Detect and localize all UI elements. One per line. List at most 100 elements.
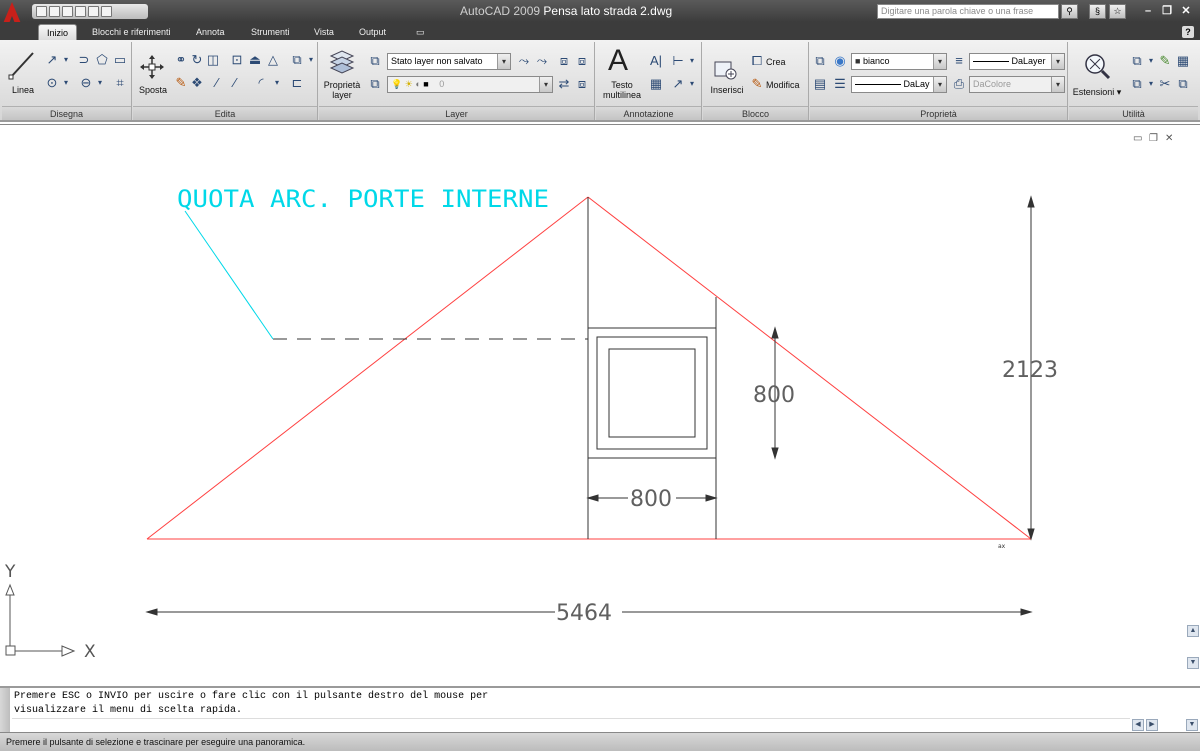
plot-style-icon[interactable]: ⎙ bbox=[951, 76, 967, 92]
panel-title-disegna[interactable]: Disegna bbox=[2, 106, 131, 120]
scroll-down-button[interactable]: ▼ bbox=[1187, 657, 1199, 669]
command-line-grip[interactable] bbox=[0, 688, 10, 732]
table-icon[interactable]: ▦ bbox=[648, 76, 664, 92]
tab-annota[interactable]: Annota bbox=[188, 24, 233, 40]
ribbon-minimize-icon[interactable]: ▭ bbox=[408, 24, 430, 40]
layer-properties-icon[interactable] bbox=[329, 48, 355, 76]
linetype-icon[interactable]: ☰ bbox=[832, 76, 848, 92]
match-properties-icon[interactable]: ⧉ bbox=[812, 53, 828, 69]
layer-walk-icon[interactable]: ⧉ bbox=[367, 76, 383, 92]
single-line-text-icon[interactable]: A| bbox=[648, 53, 664, 69]
tab-blocchi-e-riferimenti[interactable]: Blocchi e riferimenti bbox=[84, 24, 179, 40]
insert-block-icon[interactable] bbox=[713, 56, 739, 80]
fillet-dropdown-icon[interactable]: ▾ bbox=[269, 75, 285, 91]
scroll-up-button[interactable]: ▲ bbox=[1187, 625, 1199, 637]
linetype-select[interactable]: DaLayer ▾ bbox=[969, 53, 1065, 70]
rotate-icon[interactable]: ↻ bbox=[189, 52, 205, 68]
rectangle-icon[interactable]: ▭ bbox=[112, 52, 128, 68]
open-file-icon[interactable] bbox=[49, 6, 60, 17]
edit-block-icon[interactable]: ✎ bbox=[749, 76, 765, 92]
print-icon[interactable] bbox=[75, 6, 86, 17]
cut-icon[interactable]: ✂ bbox=[1157, 76, 1173, 92]
modifica-label[interactable]: Modifica bbox=[766, 80, 810, 90]
hatch-icon[interactable]: ⌗ bbox=[112, 75, 128, 91]
tab-strumenti[interactable]: Strumenti bbox=[243, 24, 298, 40]
layer-isolate-icon[interactable]: ⤳ bbox=[534, 53, 550, 69]
quick-select-icon[interactable]: ✎ bbox=[1157, 53, 1173, 69]
offset-icon[interactable]: ◫ bbox=[205, 52, 221, 68]
search-input[interactable]: Digitare una parola chiave o una frase bbox=[877, 4, 1059, 19]
multiline-text-icon[interactable]: A bbox=[608, 46, 628, 76]
scale-icon[interactable]: ⏏ bbox=[247, 52, 263, 68]
cmd-scroll-left-button[interactable]: ◀ bbox=[1132, 719, 1144, 731]
layer-off-icon[interactable]: ⧈ bbox=[574, 76, 590, 92]
panel-title-edita[interactable]: Edita bbox=[133, 106, 317, 120]
command-line[interactable]: Premere ESC o INVIO per uscire o fare cl… bbox=[0, 686, 1200, 732]
close-button[interactable]: ✕ bbox=[1178, 4, 1194, 18]
zoom-extents-icon[interactable] bbox=[1083, 52, 1111, 80]
panel-title-proprieta[interactable]: Proprietà bbox=[810, 106, 1067, 120]
tab-output[interactable]: Output bbox=[351, 24, 394, 40]
drawing-canvas[interactable]: ▭ ❐ ✕ QUOTA ARC. PORTE INTERNE 2123 800 … bbox=[0, 124, 1200, 686]
minimize-button[interactable]: – bbox=[1140, 4, 1156, 18]
help-icon[interactable]: ? bbox=[1182, 26, 1194, 38]
circle-icon[interactable]: ⊃ bbox=[76, 52, 92, 68]
panel-title-annotazione[interactable]: Annotazione bbox=[596, 106, 701, 120]
dimension-dropdown-icon[interactable]: ▾ bbox=[684, 53, 700, 69]
join-icon[interactable]: ⊏ bbox=[289, 75, 305, 91]
new-file-icon[interactable] bbox=[36, 6, 47, 17]
annotation-text[interactable]: QUOTA ARC. PORTE INTERNE bbox=[177, 185, 549, 213]
layer-previous-icon[interactable]: ⤳ bbox=[516, 53, 532, 69]
create-block-icon[interactable]: ⧠ bbox=[749, 53, 765, 69]
circle-dropdown-icon[interactable]: ▾ bbox=[58, 75, 74, 91]
multileader-dropdown-icon[interactable]: ▾ bbox=[684, 76, 700, 92]
layer-current-icon[interactable]: ⇄ bbox=[556, 76, 572, 92]
save-icon[interactable] bbox=[62, 6, 73, 17]
color-wheel-icon[interactable]: ◉ bbox=[832, 53, 848, 69]
command-input[interactable] bbox=[12, 718, 1130, 731]
trim-icon[interactable]: ⁄ bbox=[209, 75, 225, 91]
panel-title-utilita[interactable]: Utilità bbox=[1069, 106, 1198, 120]
search-icon[interactable]: ⚲ bbox=[1061, 4, 1078, 19]
extend-icon[interactable]: ⁄ bbox=[227, 75, 243, 91]
layer-match-icon[interactable]: ⧈ bbox=[556, 53, 572, 69]
cmd-scroll-right-button[interactable]: ▶ bbox=[1146, 719, 1158, 731]
move-icon[interactable] bbox=[139, 54, 165, 80]
panel-title-blocco[interactable]: Blocco bbox=[703, 106, 808, 120]
list-view-icon[interactable]: ▦ bbox=[1175, 53, 1191, 69]
fillet-icon[interactable]: ◜ bbox=[253, 75, 269, 91]
cmd-scroll-down-button[interactable]: ▼ bbox=[1186, 719, 1198, 731]
estensioni-label[interactable]: Estensioni ▾ bbox=[1069, 87, 1125, 97]
crea-label[interactable]: Crea bbox=[766, 57, 796, 67]
list-icon[interactable]: ▤ bbox=[812, 76, 828, 92]
polyline-dropdown-icon[interactable]: ▾ bbox=[58, 52, 74, 68]
window-title: AutoCAD 2009 Pensa lato strada 2.dwg bbox=[460, 4, 780, 18]
explode-icon[interactable]: ❖ bbox=[189, 75, 205, 91]
ellipse-dropdown-icon[interactable]: ▾ bbox=[92, 75, 108, 91]
tab-vista[interactable]: Vista bbox=[306, 24, 342, 40]
color-select[interactable]: ■ bianco ▾ bbox=[851, 53, 947, 70]
undo-icon[interactable] bbox=[88, 6, 99, 17]
stretch-icon[interactable]: ⊡ bbox=[229, 52, 245, 68]
favorites-icon[interactable]: ☆ bbox=[1109, 4, 1126, 19]
tab-inizio[interactable]: Inizio bbox=[38, 24, 78, 40]
array-dropdown-icon[interactable]: ▾ bbox=[303, 52, 319, 68]
communication-center-icon[interactable]: § bbox=[1089, 4, 1106, 19]
copy-clip-icon[interactable]: ⧉ bbox=[1175, 76, 1191, 92]
mirror-icon[interactable]: △ bbox=[265, 52, 281, 68]
layer-unisolate-icon[interactable]: ⧈ bbox=[574, 53, 590, 69]
vertical-scrollbar[interactable]: ▲ ▼ bbox=[1186, 125, 1200, 687]
current-layer-select[interactable]: 💡 ☀ ◐ ■ 0 ▾ bbox=[387, 76, 553, 93]
polygon-icon[interactable]: ⬠ bbox=[94, 52, 110, 68]
lineweight-select[interactable]: DaLay ▾ bbox=[851, 76, 947, 93]
restore-button[interactable]: ❐ bbox=[1159, 4, 1175, 18]
redo-icon[interactable] bbox=[101, 6, 112, 17]
layer-state-icon[interactable]: ⧉ bbox=[367, 53, 383, 69]
plotstyle-select[interactable]: DaColore ▾ bbox=[969, 76, 1065, 93]
panel-title-layer[interactable]: Layer bbox=[319, 106, 594, 120]
layer-state-select[interactable]: Stato layer non salvato ▾ bbox=[387, 53, 511, 70]
copy-icon[interactable]: ⚭ bbox=[173, 52, 189, 68]
lineweight-icon[interactable]: ≡ bbox=[951, 53, 967, 69]
line-icon[interactable] bbox=[8, 50, 36, 80]
erase-icon[interactable]: ✎ bbox=[173, 75, 189, 91]
